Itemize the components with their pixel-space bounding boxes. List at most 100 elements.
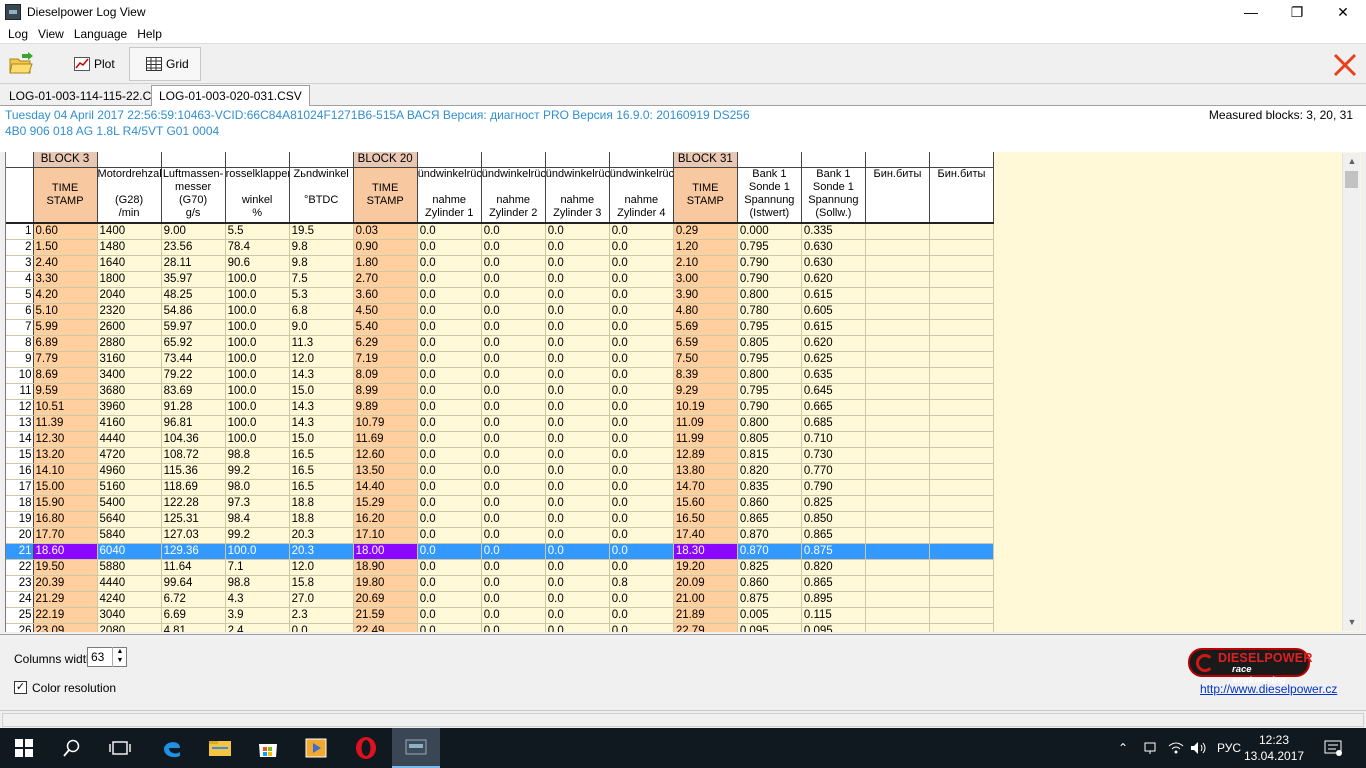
- column-header-0[interactable]: TIME STAMP: [33, 167, 98, 224]
- grid-cell[interactable]: 19.50: [33, 559, 98, 576]
- grid-cell[interactable]: 0.0: [481, 479, 546, 496]
- grid-cell[interactable]: 0.605: [801, 303, 866, 320]
- column-header-8[interactable]: ündwinkelrücl nahme Zylinder 3: [545, 167, 610, 224]
- grid-cell[interactable]: 0.0: [545, 623, 610, 632]
- taskbar-opera[interactable]: [342, 728, 390, 768]
- grid-cell[interactable]: 0.0: [417, 623, 482, 632]
- row-number[interactable]: 10: [6, 367, 34, 384]
- grid-cell[interactable]: 18.90: [353, 559, 418, 576]
- table-row[interactable]: 17 15.00 5160 118.69 98.0 16.5 14.40 0.0 0.0 0.0 0…: [6, 479, 995, 496]
- grid-cell[interactable]: 0.0: [545, 479, 610, 496]
- grid-cell[interactable]: 0.0: [545, 255, 610, 272]
- grid-cell[interactable]: 3.60: [353, 287, 418, 304]
- grid-cell[interactable]: 129.36: [161, 543, 226, 560]
- grid-cell[interactable]: [929, 383, 995, 400]
- grid-cell[interactable]: 0.630: [801, 239, 866, 256]
- grid-cell[interactable]: 5.99: [33, 319, 98, 336]
- table-row[interactable]: 23 20.39 4440 99.64 98.8 15.8 19.80 0.0 0.0 0.0 0.…: [6, 575, 995, 592]
- grid-cell[interactable]: 0.0: [481, 575, 546, 592]
- grid-cell[interactable]: 0.0: [609, 303, 674, 320]
- grid-cell[interactable]: 122.28: [161, 495, 226, 512]
- table-row[interactable]: 5 4.20 2040 48.25 100.0 5.3 3.60 0.0 0.0 0.0 0.0 3.…: [6, 287, 995, 304]
- color-resolution-checkbox[interactable]: ✓: [14, 681, 27, 694]
- grid-cell[interactable]: 6.59: [673, 335, 738, 352]
- grid-cell[interactable]: 14.3: [289, 399, 354, 416]
- grid-cell[interactable]: [929, 431, 995, 448]
- grid-cell[interactable]: 0.0: [545, 383, 610, 400]
- grid-cell[interactable]: 0.0: [481, 351, 546, 368]
- grid-cell[interactable]: 12.89: [673, 447, 738, 464]
- grid-cell[interactable]: 0.0: [481, 463, 546, 480]
- grid-cell[interactable]: 2080: [97, 623, 162, 632]
- grid-cell[interactable]: 98.4: [225, 511, 290, 528]
- grid-cell[interactable]: 0.0: [545, 222, 610, 240]
- grid-cell[interactable]: 11.69: [353, 431, 418, 448]
- menu-log[interactable]: Log: [3, 27, 33, 41]
- grid-cell[interactable]: 0.0: [609, 222, 674, 240]
- grid-cell[interactable]: 0.03: [353, 222, 418, 240]
- grid-vertical-scrollbar[interactable]: ▲ ▼: [1342, 153, 1360, 631]
- grid-cell[interactable]: 0.865: [737, 511, 802, 528]
- grid-cell[interactable]: 0.0: [545, 527, 610, 544]
- grid-cell[interactable]: 0.0: [545, 447, 610, 464]
- grid-cell[interactable]: 6.29: [353, 335, 418, 352]
- grid-cell[interactable]: 0.630: [801, 255, 866, 272]
- grid-cell[interactable]: 0.0: [417, 511, 482, 528]
- grid-cell[interactable]: 54.86: [161, 303, 226, 320]
- grid-cell[interactable]: 118.69: [161, 479, 226, 496]
- grid-cell[interactable]: 0.665: [801, 399, 866, 416]
- table-row[interactable]: 8 6.89 2880 65.92 100.0 11.3 6.29 0.0 0.0 0.0 0.0 6…: [6, 335, 995, 352]
- grid-cell[interactable]: 0.0: [481, 383, 546, 400]
- column-header-7[interactable]: ündwinkelrücl nahme Zylinder 2: [481, 167, 546, 224]
- grid-cell[interactable]: 100.0: [225, 271, 290, 288]
- grid-cell[interactable]: 11.3: [289, 335, 354, 352]
- column-header-5[interactable]: TIME STAMP: [353, 167, 418, 224]
- grid-cell[interactable]: 0.870: [737, 527, 802, 544]
- grid-cell[interactable]: 48.25: [161, 287, 226, 304]
- table-row[interactable]: 13 11.39 4160 96.81 100.0 14.3 10.79 0.0 0.0 0.0 0…: [6, 415, 995, 432]
- tray-network-icon[interactable]: [1142, 728, 1158, 768]
- column-header-4[interactable]: Zьndwinkel °BTDC: [289, 167, 354, 224]
- grid-cell[interactable]: 0.795: [737, 239, 802, 256]
- grid-cell[interactable]: 0.0: [417, 495, 482, 512]
- table-row[interactable]: 19 16.80 5640 125.31 98.4 18.8 16.20 0.0 0.0 0.0 0…: [6, 511, 995, 528]
- row-number[interactable]: 26: [6, 623, 34, 632]
- grid-cell[interactable]: 0.0: [609, 351, 674, 368]
- row-number[interactable]: 7: [6, 319, 34, 336]
- grid-cell[interactable]: 0.0: [481, 511, 546, 528]
- grid-cell[interactable]: [929, 239, 995, 256]
- grid-cell[interactable]: 14.3: [289, 367, 354, 384]
- grid-cell[interactable]: 18.60: [33, 543, 98, 560]
- grid-cell[interactable]: 0.800: [737, 367, 802, 384]
- grid-cell[interactable]: 0.0: [417, 527, 482, 544]
- grid-cell[interactable]: 23.09: [33, 623, 98, 632]
- table-row[interactable]: 18 15.90 5400 122.28 97.3 18.8 15.29 0.0 0.0 0.0 0…: [6, 495, 995, 512]
- grid-cell[interactable]: 0.0: [417, 271, 482, 288]
- grid-cell[interactable]: 0.0: [545, 271, 610, 288]
- tray-volume-icon[interactable]: [1190, 728, 1208, 768]
- grid-cell[interactable]: 0.0: [545, 607, 610, 624]
- grid-cell[interactable]: 0.860: [737, 575, 802, 592]
- grid-cell[interactable]: [865, 351, 930, 368]
- grid-cell[interactable]: 12.30: [33, 431, 98, 448]
- row-number[interactable]: 1: [6, 222, 34, 240]
- column-header-6[interactable]: ündwinkelrücl nahme Zylinder 1: [417, 167, 482, 224]
- grid-cell[interactable]: 0.0: [609, 511, 674, 528]
- scroll-down-icon[interactable]: ▼: [1343, 614, 1361, 631]
- grid-cell[interactable]: 6040: [97, 543, 162, 560]
- grid-cell[interactable]: 0.0: [609, 495, 674, 512]
- grid-cell[interactable]: 0.0: [481, 222, 546, 240]
- grid-cell[interactable]: 0.0: [417, 607, 482, 624]
- grid-cell[interactable]: 21.89: [673, 607, 738, 624]
- grid-cell[interactable]: 0.000: [737, 222, 802, 240]
- search-button[interactable]: [48, 728, 96, 768]
- grid-cell[interactable]: 8.09: [353, 367, 418, 384]
- grid-cell[interactable]: 14.3: [289, 415, 354, 432]
- grid-cell[interactable]: [865, 303, 930, 320]
- grid-cell[interactable]: 3.9: [225, 607, 290, 624]
- grid-cell[interactable]: 0.620: [801, 271, 866, 288]
- grid-cell[interactable]: [865, 607, 930, 624]
- grid-cell[interactable]: 0.0: [417, 335, 482, 352]
- grid-cell[interactable]: 0.0: [609, 559, 674, 576]
- grid-cell[interactable]: [929, 463, 995, 480]
